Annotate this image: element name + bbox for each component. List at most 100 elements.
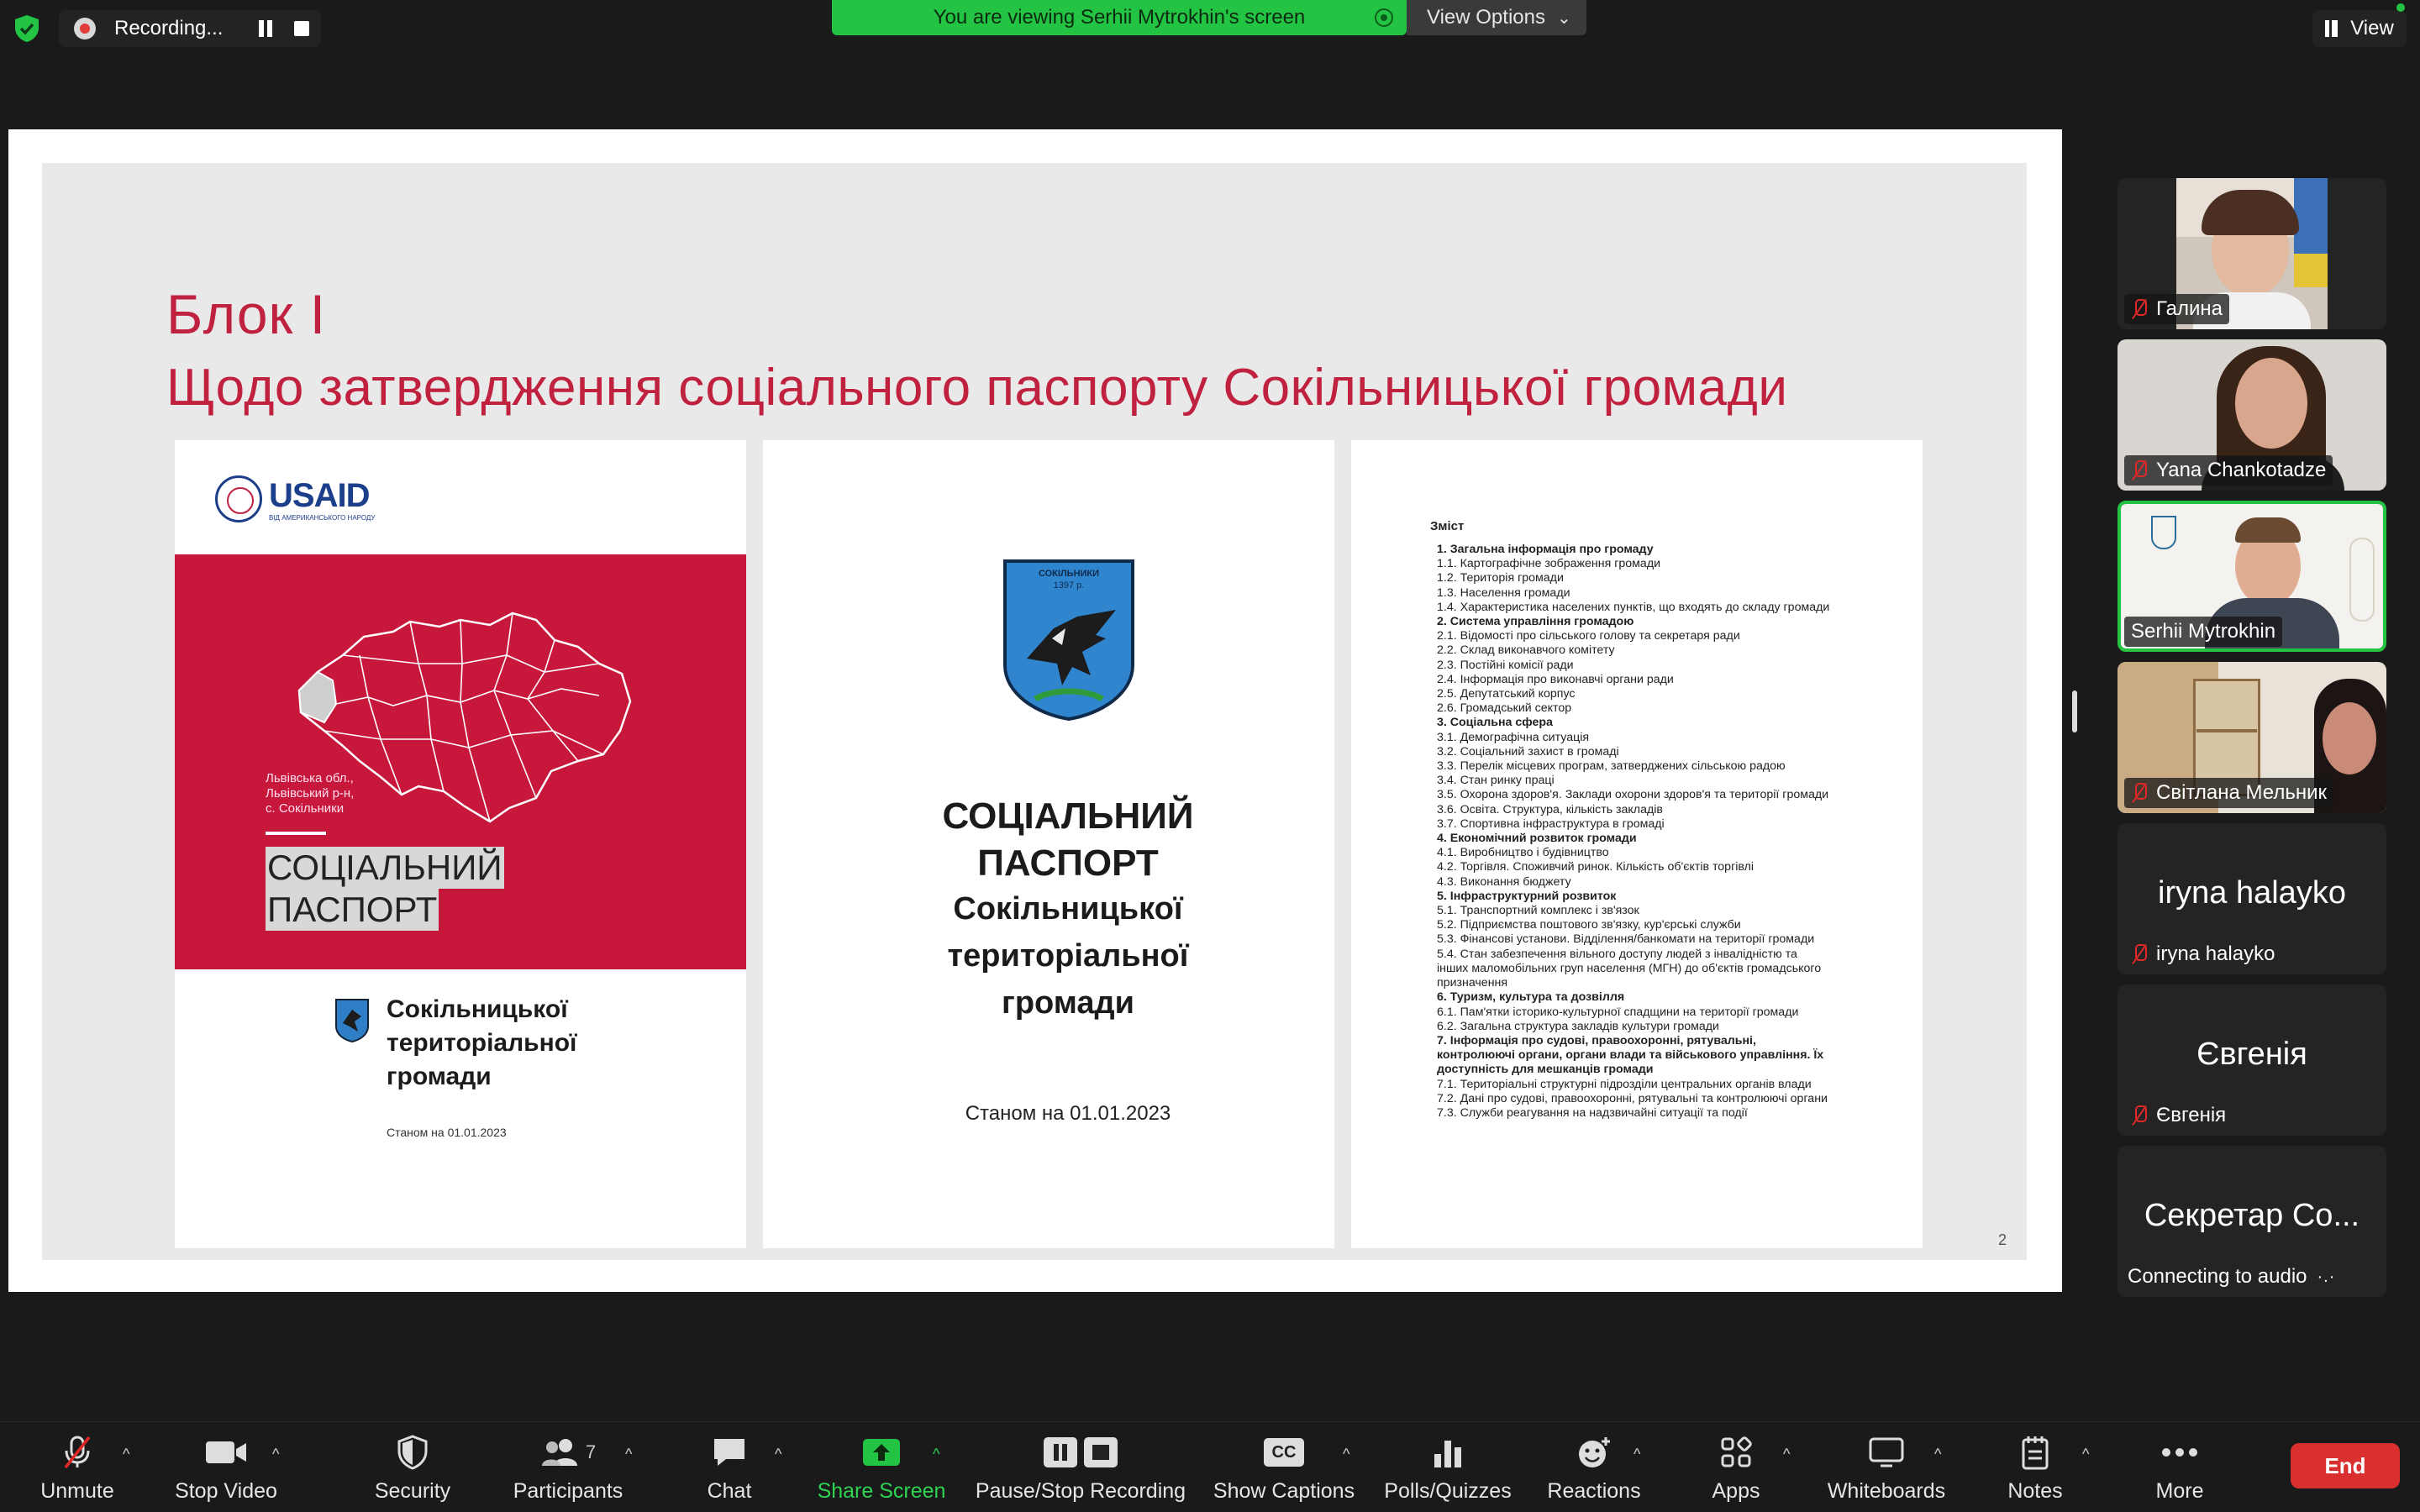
participant-tile[interactable]: Секретар Со... Connecting to audio ·.·: [2118, 1146, 2386, 1297]
usaid-logo-subtext: ВІД АМЕРИКАНСЬКОГО НАРОДУ: [269, 514, 376, 522]
title-page-date: Станом на 01.01.2023: [965, 1102, 1171, 1125]
view-options-button[interactable]: View Options ⌄: [1407, 0, 1586, 35]
apps-button[interactable]: Apps: [1704, 1434, 1768, 1509]
pause-stop-recording-label: Pause/Stop Recording: [975, 1479, 1186, 1503]
polls-quizzes-button[interactable]: Polls/Quizzes: [1383, 1434, 1512, 1509]
share-screen-label: Share Screen: [817, 1479, 946, 1503]
notes-options-chevron-icon[interactable]: ^: [2082, 1446, 2089, 1463]
contents-item: 3.5. Охорона здоров'я. Заклади охорони з…: [1437, 788, 1829, 802]
notes-label: Notes: [2007, 1479, 2063, 1503]
participants-options-chevron-icon[interactable]: ^: [625, 1446, 632, 1463]
cover-title-line: ПАСПОРТ: [266, 889, 439, 931]
participant-tile[interactable]: Світлана Мельник: [2118, 662, 2386, 813]
video-camera-icon: [206, 1441, 246, 1463]
cover-red-panel: Львівська обл., Львівський р-н, с. Сокіл…: [175, 554, 746, 969]
reactions-options-chevron-icon[interactable]: ^: [1634, 1446, 1640, 1463]
contents-item: 7.3. Служби реагування на надзвичайні си…: [1437, 1105, 1748, 1120]
contents-section: 1. Загальна інформація про громаду: [1437, 543, 1654, 556]
contents-item: 3.6. Освіта. Структура, кількість заклад…: [1437, 802, 1663, 816]
whiteboards-options-chevron-icon[interactable]: ^: [1934, 1446, 1941, 1463]
cover-subtitle-line: Сокільницької: [387, 995, 568, 1023]
view-button[interactable]: View: [2312, 10, 2407, 47]
security-button[interactable]: Security: [370, 1434, 455, 1509]
panel-resize-handle[interactable]: [2072, 690, 2077, 732]
cover-location: Львівська обл., Львівський р-н, с. Сокіл…: [266, 771, 434, 816]
status-dot: [2396, 3, 2405, 12]
notes-button[interactable]: Notes: [2003, 1434, 2067, 1509]
stop-recording-icon[interactable]: [294, 21, 309, 36]
mic-muted-icon: [2131, 460, 2148, 480]
apps-options-chevron-icon[interactable]: ^: [1783, 1446, 1790, 1463]
participant-display-name: Секретар Со...: [2144, 1198, 2360, 1233]
apps-label: Apps: [1712, 1479, 1760, 1503]
more-dots-icon: [2162, 1448, 2197, 1457]
end-meeting-button[interactable]: End: [2291, 1443, 2400, 1488]
participant-tile[interactable]: Євгенія Євгенія: [2118, 984, 2386, 1136]
bar-chart-icon: [1434, 1441, 1461, 1467]
participant-status-tag: Connecting to audio ·.·: [2121, 1262, 2342, 1292]
notes-icon: [2022, 1436, 2049, 1470]
participants-button[interactable]: 7 Participants: [509, 1434, 627, 1509]
contents-section: 5. Інфраструктурний розвиток: [1437, 889, 1617, 903]
whiteboards-button[interactable]: Whiteboards: [1823, 1434, 1949, 1509]
contents-item: 2.2. Склад виконавчого комітету: [1437, 643, 1615, 658]
participant-name-tag: iryna halayko: [2124, 939, 2281, 969]
cover-divider: [266, 832, 326, 835]
contents-item: 3.4. Стан ринку праці: [1437, 774, 1555, 788]
participant-name: Світлана Мельник: [2156, 781, 2327, 804]
audio-options-chevron-icon[interactable]: ^: [123, 1446, 129, 1463]
captions-options-chevron-icon[interactable]: ^: [1343, 1446, 1349, 1463]
reactions-button[interactable]: Reactions: [1546, 1434, 1642, 1509]
contents-item: 5.4. Стан забезпечення вільного доступу …: [1437, 947, 1822, 990]
closed-captions-icon: CC: [1264, 1438, 1304, 1467]
contents-item: 1.1. Картографічне зображення громади: [1437, 557, 1661, 571]
pause-stop-recording-button[interactable]: Pause/Stop Recording: [973, 1434, 1188, 1509]
participant-tile[interactable]: Yana Chankotadze: [2118, 339, 2386, 491]
contents-item: 7.1. Територіальні структурні підрозділи…: [1437, 1077, 1812, 1091]
more-button[interactable]: More: [2148, 1434, 2212, 1509]
participant-name: Yana Chankotadze: [2156, 459, 2327, 481]
show-captions-button[interactable]: CC Show Captions: [1212, 1434, 1356, 1509]
participants-count: 7: [585, 1441, 597, 1462]
chat-options-chevron-icon[interactable]: ^: [775, 1446, 781, 1463]
contents-section: 3. Соціальна сфера: [1437, 716, 1553, 730]
contents-item: 2.5. Депутатський корпус: [1437, 687, 1576, 701]
participant-name-tag: Світлана Мельник: [2124, 778, 2333, 808]
recording-label: Recording...: [114, 17, 224, 39]
cover-subtitle: Сокільницької територіальної громади: [387, 993, 689, 1094]
document-title-page: СОКІЛЬНИКИ 1397 р. СОЦІАЛЬНИЙ ПАСПОРТ Со…: [763, 440, 1334, 1248]
record-icon: [74, 18, 96, 39]
participant-tile[interactable]: iryna halayko iryna halayko: [2118, 823, 2386, 974]
slide-page-number: 2: [1998, 1231, 2007, 1248]
share-options-chevron-icon[interactable]: ^: [933, 1446, 939, 1463]
contents-section: 7. Інформація про судові, правоохоронні,…: [1437, 1033, 1824, 1077]
contents-item: 1.2. Територія громади: [1437, 571, 1564, 585]
more-label: More: [2155, 1479, 2204, 1503]
participant-tile-active-speaker[interactable]: Serhii Mytrokhin: [2118, 501, 2386, 652]
share-screen-button[interactable]: Share Screen: [817, 1434, 946, 1509]
video-options-chevron-icon[interactable]: ^: [272, 1446, 279, 1463]
unmute-button[interactable]: Unmute: [37, 1434, 118, 1509]
share-status-icon: [1375, 8, 1393, 27]
unmute-label: Unmute: [40, 1479, 114, 1503]
pause-recording-icon[interactable]: [257, 20, 274, 37]
participant-tile[interactable]: Галина: [2118, 178, 2386, 329]
document-cover-usaid: USAID ВІД АМЕРИКАНСЬКОГО НАРОДУ Львівськ: [175, 440, 746, 1248]
contents-section: 6. Туризм, культура та дозвілля: [1437, 990, 1625, 1005]
contents-item: 4.3. Виконання бюджету: [1437, 874, 1571, 889]
participants-icon: [541, 1439, 577, 1466]
document-contents-page: Зміст 1. Загальна інформація про громаду…: [1351, 440, 1923, 1248]
chat-button[interactable]: Chat: [694, 1434, 765, 1509]
pause-stop-recording-icon: [1044, 1437, 1118, 1467]
contents-heading: Зміст: [1430, 519, 1465, 533]
stop-video-button[interactable]: Stop Video: [171, 1434, 281, 1509]
usaid-seal-icon: [215, 475, 262, 522]
contents-item: 6.2. Загальна структура закладів культур…: [1437, 1019, 1719, 1033]
participant-name-tag: Галина: [2124, 294, 2230, 324]
subtitle-line: територіальної: [947, 938, 1189, 974]
contents-item: 2.6. Громадський сектор: [1437, 701, 1572, 716]
contents-item: 5.2. Підприємства поштового зв'язку, кур…: [1437, 918, 1741, 932]
contents-item: 5.1. Транспортний комплекс і зв'язок: [1437, 904, 1639, 918]
shared-screen[interactable]: Блок І Щодо затвердження соціального пас…: [8, 129, 2062, 1292]
share-screen-icon: [863, 1439, 900, 1466]
